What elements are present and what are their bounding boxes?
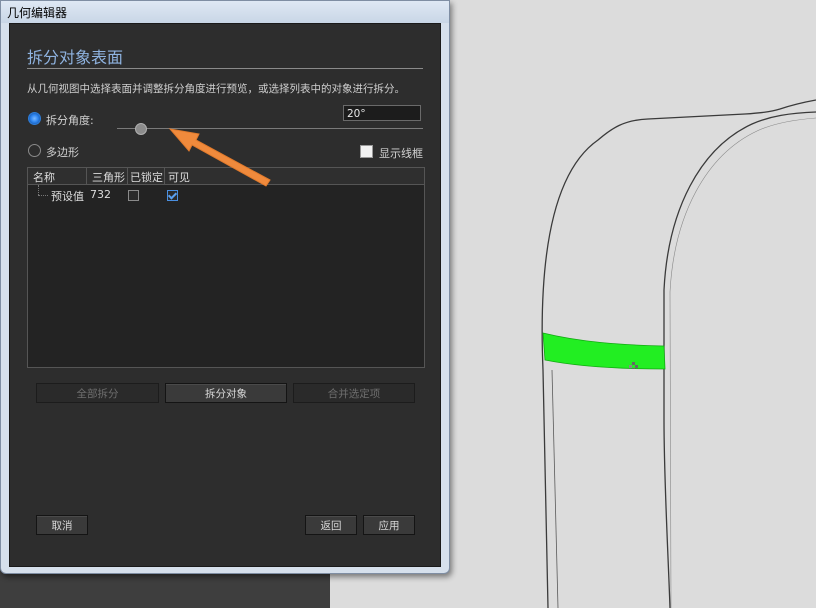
split-angle-slider-track[interactable] [117,128,423,129]
polygon-radio[interactable] [28,144,41,157]
row-triangles: 732 [90,188,111,201]
model-front-face-outline [663,111,816,608]
selected-surface-band [542,332,666,370]
polygon-label: 多边形 [46,146,79,159]
visible-checkbox[interactable] [167,190,178,201]
column-header-triangles[interactable]: 三角形 [92,169,125,185]
column-header-locked[interactable]: 已锁定 [130,169,163,185]
split-angle-input[interactable]: 20° [343,105,421,121]
geometry-editor-dialog: 几何编辑器 拆分对象表面 从几何视图中选择表面并调整拆分角度进行预览，或选择列表… [0,0,450,574]
tree-line [38,185,40,195]
dialog-content: 拆分对象表面 从几何视图中选择表面并调整拆分角度进行预览，或选择列表中的对象进行… [9,23,441,567]
dialog-description: 从几何视图中选择表面并调整拆分角度进行预览，或选择列表中的对象进行拆分。 [27,83,405,95]
show-wireframe-checkbox[interactable] [360,145,373,158]
split-angle-label: 拆分角度: [46,114,94,127]
dialog-heading: 拆分对象表面 [27,48,124,67]
split-all-button[interactable]: 全部拆分 [36,383,159,403]
column-separator[interactable] [127,168,128,184]
window-title: 几何编辑器 [7,6,68,20]
locked-checkbox[interactable] [128,190,139,201]
column-header-visible[interactable]: 可见 [168,169,190,185]
model-inner-edge-2 [669,117,816,608]
list-header: 名称 三角形 已锁定 可见 [28,168,424,185]
split-angle-radio[interactable] [28,112,41,125]
split-object-button[interactable]: 拆分对象 [165,383,287,403]
object-list[interactable]: 名称 三角形 已锁定 可见 预设值 732 [27,167,425,368]
cancel-button[interactable]: 取消 [36,515,88,535]
title-bar[interactable]: 几何编辑器 [1,1,449,23]
back-button[interactable]: 返回 [305,515,357,535]
show-wireframe-label: 显示线框 [379,147,423,160]
heading-divider [27,68,423,69]
model-inner-edge [551,369,559,608]
apply-button[interactable]: 应用 [363,515,415,535]
column-separator[interactable] [164,168,165,184]
row-name: 预设值 [51,190,84,203]
tree-line [38,195,48,197]
split-angle-slider-handle[interactable] [135,123,147,135]
merge-selected-button[interactable]: 合并选定项 [293,383,415,403]
column-header-name[interactable]: 名称 [33,169,55,185]
column-separator[interactable] [86,168,87,184]
